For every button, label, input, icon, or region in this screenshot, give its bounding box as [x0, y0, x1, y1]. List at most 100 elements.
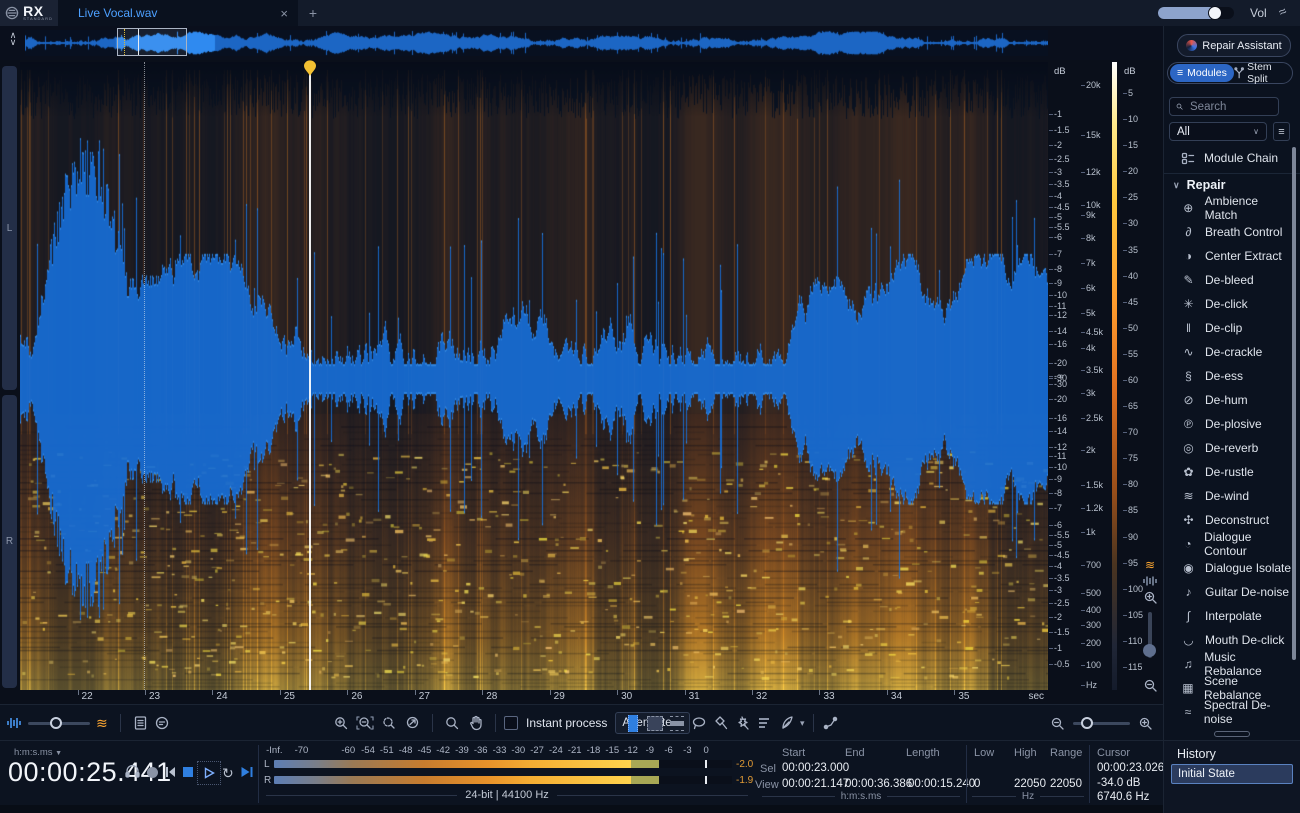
amp-ruler-label: -3 — [1054, 167, 1062, 177]
module-item[interactable]: ∂Breath Control — [1164, 220, 1292, 244]
waveform-mode-icon[interactable] — [6, 716, 22, 730]
module-item[interactable]: ∿De-crackle — [1164, 340, 1292, 364]
time-ruler[interactable]: sec 2223242526272829303132333435 — [20, 690, 1048, 704]
blend-slider-knob[interactable] — [50, 717, 62, 729]
chevron-down-icon: ∨ — [1253, 127, 1259, 136]
peak-indicator-right — [705, 776, 707, 784]
tab-close-button[interactable]: × — [280, 6, 288, 21]
loop-button[interactable]: ↻ — [222, 765, 234, 782]
module-item[interactable]: ◎De-reverb — [1164, 436, 1292, 460]
tab-modules[interactable]: ≡ Modules — [1170, 64, 1234, 82]
module-item[interactable]: §De-ess — [1164, 364, 1292, 388]
instant-process-checkbox[interactable] — [504, 716, 518, 730]
harmonics-selection-tool[interactable] — [756, 712, 774, 734]
meter-scale-label: -51 — [380, 745, 394, 756]
module-item[interactable]: ✳De-click — [1164, 292, 1292, 316]
module-search-box[interactable] — [1169, 97, 1279, 116]
module-item[interactable]: ✎De-bleed — [1164, 268, 1292, 292]
volume-slider[interactable] — [1158, 7, 1234, 19]
record-button[interactable] — [147, 767, 158, 778]
editor-area: L R sec 2223242526272829303132333435 dB … — [0, 60, 1163, 704]
amp-ruler-label: -4 — [1054, 191, 1062, 201]
new-tab-button[interactable]: + — [302, 3, 324, 23]
zoom-selection-button[interactable] — [380, 712, 398, 734]
module-item[interactable]: ‖De-clip — [1164, 316, 1292, 340]
overview-collapse-button[interactable]: ∧∨ — [5, 32, 21, 54]
lasso-selection-tool[interactable] — [690, 712, 708, 734]
module-list-scrollbar[interactable] — [1292, 147, 1296, 660]
module-item[interactable]: ◔Dialogue Contour — [1164, 532, 1292, 556]
spectrogram-colorbar — [1112, 62, 1117, 690]
search-input[interactable] — [1188, 100, 1272, 114]
amp-ruler-label: -20 — [1054, 358, 1067, 368]
module-item[interactable]: ♪Guitar De-noise — [1164, 580, 1292, 604]
module-item[interactable]: ∫Interpolate — [1164, 604, 1292, 628]
list-options-button[interactable]: ≡ — [1273, 122, 1290, 141]
magnify-tool[interactable] — [443, 712, 461, 734]
signal-chain-icon[interactable]: ≈ — [1276, 3, 1289, 20]
brush-selection-tool[interactable] — [712, 712, 730, 734]
volume-slider-knob[interactable] — [1208, 6, 1222, 20]
clipboard-icon[interactable] — [133, 715, 148, 731]
monitor-button[interactable] — [124, 763, 141, 779]
overview-view-box[interactable] — [117, 28, 187, 56]
meter-scale-label: -12 — [624, 745, 638, 756]
frequency-selection-tool[interactable] — [668, 712, 686, 734]
freq-ruler-label: 10k — [1086, 200, 1101, 210]
module-item[interactable]: ≋De-wind — [1164, 484, 1292, 508]
channel-strip-left[interactable]: L — [2, 66, 17, 390]
play-selection-button[interactable] — [240, 766, 254, 778]
time-frequency-selection-tool[interactable] — [646, 712, 664, 734]
zoom-out-button[interactable] — [356, 712, 374, 734]
spectrogram-canvas[interactable] — [20, 62, 1048, 690]
zoom-reset-button[interactable] — [404, 712, 422, 734]
modules-panel: Repair Assistant ≡ Modules Stem Split Al… — [1163, 26, 1300, 740]
repair-section-header[interactable]: ∨ Repair — [1164, 173, 1300, 196]
module-item[interactable]: ♫Music Rebalance — [1164, 652, 1292, 676]
playhead-line[interactable] — [309, 74, 311, 690]
module-item[interactable]: ⊕Ambience Match — [1164, 196, 1292, 220]
waveform-spectrogram-blend-slider[interactable] — [28, 722, 90, 725]
sample-connect-tool[interactable] — [822, 712, 840, 734]
horizontal-zoom-slider-knob[interactable] — [1081, 717, 1093, 729]
module-item[interactable]: ✣Deconstruct — [1164, 508, 1292, 532]
module-item[interactable]: ◑Center Extract — [1164, 244, 1292, 268]
stop-button[interactable] — [183, 767, 193, 777]
module-item[interactable]: ◉Dialogue Isolate — [1164, 556, 1292, 580]
magic-wand-tool[interactable] — [734, 712, 752, 734]
horizontal-zoom-out-button[interactable] — [1050, 716, 1065, 731]
play-button[interactable] — [197, 761, 221, 785]
module-chain-item[interactable]: Module Chain — [1164, 147, 1300, 169]
module-item[interactable]: ⊘De-hum — [1164, 388, 1292, 412]
vertical-zoom-in-button[interactable] — [1138, 590, 1162, 610]
module-item[interactable]: ▦Scene Rebalance — [1164, 676, 1292, 700]
spectrogram-mode-icon[interactable]: ≋ — [96, 715, 108, 732]
module-item[interactable]: ✿De-rustle — [1164, 460, 1292, 484]
module-item[interactable]: ℗De-plosive — [1164, 412, 1292, 436]
module-item[interactable]: ◡Mouth De-click — [1164, 628, 1292, 652]
horizontal-zoom-slider[interactable] — [1073, 722, 1130, 725]
tab-stem-split[interactable]: Stem Split — [1234, 61, 1292, 85]
panel-resize-handle[interactable] — [1214, 731, 1250, 737]
module-item[interactable]: ≈Spectral De-noise — [1164, 700, 1292, 724]
category-filter-dropdown[interactable]: All ∨ — [1169, 122, 1267, 141]
playhead-marker-icon[interactable] — [303, 60, 317, 77]
freq-unit-row: Hz — [972, 791, 1084, 802]
comment-icon[interactable] — [154, 716, 170, 731]
channel-strip-right[interactable]: R — [2, 395, 17, 688]
hand-pan-tool[interactable] — [467, 712, 485, 734]
time-selection-tool[interactable] — [624, 712, 642, 734]
file-tab[interactable]: Live Vocal.wav × — [58, 0, 298, 26]
go-to-start-button[interactable] — [164, 766, 177, 778]
history-item[interactable]: Initial State — [1171, 764, 1293, 784]
zoom-in-button[interactable] — [332, 712, 350, 734]
vertical-zoom-slider-knob[interactable] — [1143, 644, 1156, 657]
vertical-zoom-out-button[interactable] — [1138, 678, 1162, 698]
tool-options-chevron-icon[interactable]: ▾ — [800, 718, 805, 729]
feather-fade-tool[interactable] — [778, 712, 796, 734]
de-plosive-icon: ℗ — [1181, 417, 1196, 431]
breath-control-icon: ∂ — [1181, 225, 1196, 239]
repair-assistant-button[interactable]: Repair Assistant — [1177, 34, 1291, 57]
spectrogram-view-icon[interactable]: ≋ — [1138, 558, 1162, 572]
horizontal-zoom-in-button[interactable] — [1138, 716, 1153, 731]
